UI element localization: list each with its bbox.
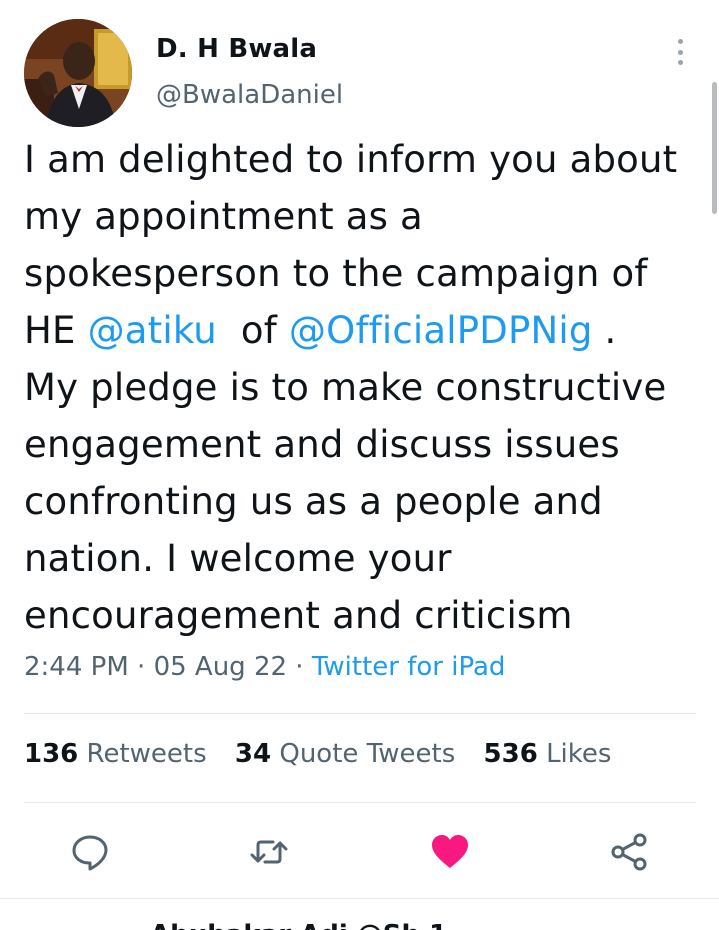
tweet-text-segment: encouragement and criticism [24,594,573,637]
tweet-line: engagement and discuss issues [24,416,704,473]
mention-link[interactable]: @OfficialPDPNig [289,309,593,352]
likes-stat[interactable]: 536 Likes [484,739,612,769]
retweets-stat[interactable]: 136 Retweets [24,739,207,769]
tweet-text-segment: spokesperson to the campaign of [24,252,648,295]
tweet-line: I am delighted to inform you about [24,131,704,188]
tweet-date[interactable]: 05 Aug 22 [154,652,287,682]
profile-photo [24,19,132,127]
tweet-text: I am delighted to inform you about my ap… [24,131,704,644]
tweet-text-segment: My pledge is to make constructive [24,366,667,409]
tweet-time[interactable]: 2:44 PM [24,652,129,682]
author-name[interactable]: D. H Bwala [156,34,317,64]
reply-button[interactable] [70,832,110,872]
likes-count: 536 [483,739,538,769]
tweet-source-link[interactable]: Twitter for iPad [312,652,506,682]
tweet-line: confronting us as a people and [24,473,704,530]
tweet-stats: 136 Retweets 34 Quote Tweets 536 Likes [24,739,631,769]
divider [0,898,719,899]
likes-label: Likes [546,739,612,769]
share-button[interactable] [610,832,650,872]
author-handle[interactable]: @BwalaDaniel [156,80,343,110]
tweet-actions [0,822,719,880]
mention-link[interactable]: @atiku [88,309,217,352]
quote-tweets-stat[interactable]: 34 Quote Tweets [235,739,455,769]
reply-icon [72,835,108,871]
retweets-label: Retweets [86,739,207,769]
next-reply-preview[interactable]: Abubakar Adi @Sh 1 [0,918,719,930]
avatar[interactable] [24,19,132,127]
retweet-icon [250,840,288,864]
quotes-label: Quote Tweets [279,739,456,769]
dot [677,49,683,55]
heart-icon [432,835,468,868]
next-reply-author: Abubakar Adi @Sh 1 [150,922,447,930]
scrollbar[interactable] [712,82,717,214]
separator: · [295,652,304,682]
tweet-text-segment: HE [24,309,88,352]
tweet-meta: 2:44 PM · 05 Aug 22 · Twitter for iPad [24,652,505,682]
retweets-count: 136 [24,739,79,769]
tweet-text-segment: engagement and discuss issues [24,423,620,466]
tweet-line: spokesperson to the campaign of [24,245,704,302]
tweet-text-segment: confronting us as a people and [24,480,603,523]
tweet-text-segment: . [592,309,617,352]
tweet-line: HE @atiku of @OfficialPDPNig . [24,302,704,359]
retweet-button[interactable] [249,832,289,872]
tweet-text-segment: of [216,309,289,352]
divider [24,713,696,714]
tweet-line: nation. I welcome your [24,530,704,587]
tweet-text-segment: my appointment as a [24,195,423,238]
tweet-line: my appointment as a [24,188,704,245]
dot [677,39,683,44]
like-button[interactable] [430,832,470,872]
separator: · [137,652,146,682]
tweet-line: My pledge is to make constructive [24,359,704,416]
quotes-count: 34 [234,739,272,769]
tweet-text-segment: nation. I welcome your [24,537,452,580]
tweet-text-segment: I am delighted to inform you about [24,138,678,181]
dot [677,60,683,65]
tweet-line: encouragement and criticism [24,587,704,644]
more-options-icon[interactable] [668,36,692,68]
divider [24,802,696,803]
share-icon [611,833,647,871]
